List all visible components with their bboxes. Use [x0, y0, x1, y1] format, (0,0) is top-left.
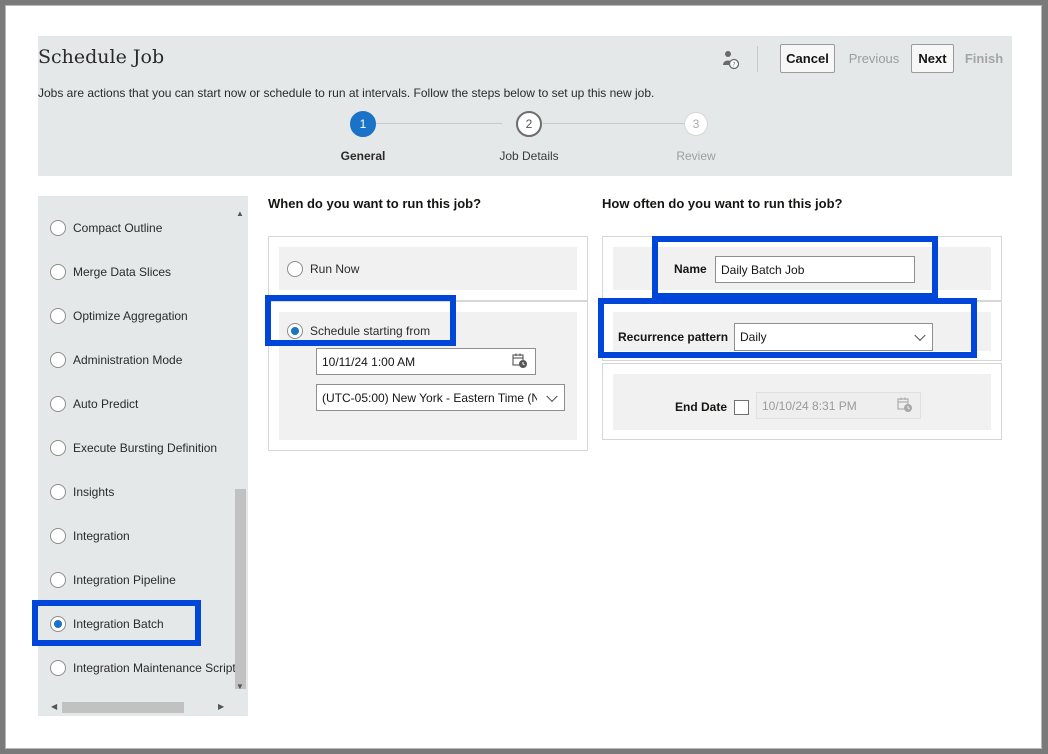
step-1-label: General	[340, 149, 386, 163]
radio-button[interactable]	[50, 660, 66, 676]
cancel-button[interactable]: Cancel	[780, 44, 835, 73]
how-often-heading: How often do you want to run this job?	[602, 196, 843, 211]
radio-button[interactable]	[50, 396, 66, 412]
job-type-administration-mode[interactable]: Administration Mode	[50, 349, 182, 371]
job-type-label: Integration Pipeline	[73, 573, 176, 587]
start-datetime-value: 10/11/24 1:00 AM	[322, 354, 416, 369]
scroll-down-arrow-icon[interactable]: ▼	[236, 682, 244, 691]
start-datetime-input[interactable]: 10/11/24 1:00 AM	[316, 348, 536, 375]
job-type-merge-data-slices[interactable]: Merge Data Slices	[50, 261, 171, 283]
radio-button[interactable]	[50, 440, 66, 456]
run-now-panel: Run Now	[268, 236, 588, 301]
recurrence-panel: Recurrence pattern Daily	[602, 301, 1002, 361]
schedule-starting-from-option[interactable]: Schedule starting from	[287, 320, 430, 342]
next-button[interactable]: Next	[911, 44, 954, 73]
chevron-down-icon[interactable]	[546, 390, 558, 402]
job-type-auto-predict[interactable]: Auto Predict	[50, 393, 138, 415]
job-type-integration[interactable]: Integration	[50, 525, 130, 547]
job-type-integration-pipeline[interactable]: Integration Pipeline	[50, 569, 176, 591]
job-type-execute-bursting-definition[interactable]: Execute Bursting Definition	[50, 437, 217, 459]
dialog-header: Schedule Job Jobs are actions that you c…	[38, 36, 1012, 176]
timezone-value: (UTC-05:00) New York - Eastern Time (New…	[322, 390, 537, 405]
chevron-down-icon[interactable]	[914, 329, 926, 342]
job-type-label: Integration Batch	[73, 617, 164, 631]
horizontal-scrollbar[interactable]: ◀ ▶	[38, 698, 232, 716]
job-type-optimize-aggregation[interactable]: Optimize Aggregation	[50, 305, 188, 327]
recurrence-label: Recurrence pattern	[618, 330, 729, 344]
job-name-input[interactable]: Daily Batch Job	[715, 256, 915, 283]
svg-text:?: ?	[732, 62, 735, 69]
person-help-icon[interactable]: ?	[722, 50, 740, 70]
calendar-clock-icon	[897, 397, 912, 412]
radio-button[interactable]	[50, 352, 66, 368]
previous-button[interactable]: Previous	[841, 44, 907, 73]
step-3-label: Review	[676, 149, 716, 163]
page-title: Schedule Job	[38, 46, 165, 68]
finish-button[interactable]: Finish	[960, 44, 1008, 73]
scrollbar-thumb[interactable]	[62, 702, 184, 713]
schedule-label: Schedule starting from	[310, 324, 431, 338]
job-type-label: Auto Predict	[73, 397, 139, 411]
radio-button[interactable]	[50, 484, 66, 500]
job-type-label: Administration Mode	[73, 353, 183, 367]
end-date-label: End Date	[675, 400, 728, 414]
radio-button[interactable]	[50, 220, 66, 236]
job-type-insights[interactable]: Insights	[50, 481, 114, 503]
job-type-label: Execute Bursting Definition	[73, 441, 218, 455]
scroll-right-arrow-icon[interactable]: ▶	[218, 702, 224, 711]
calendar-clock-icon[interactable]	[512, 353, 528, 369]
radio-button[interactable]	[50, 308, 66, 324]
radio-button[interactable]	[50, 528, 66, 544]
radio-button-selected[interactable]	[50, 616, 66, 632]
run-now-option[interactable]: Run Now	[287, 258, 359, 280]
step-connector	[543, 123, 685, 124]
step-2-label: Job Details	[499, 149, 559, 163]
step-3-indicator: 3	[684, 112, 708, 136]
timezone-select[interactable]: (UTC-05:00) New York - Eastern Time (New…	[316, 384, 565, 411]
job-type-label: Insights	[73, 485, 115, 499]
end-date-value: 10/10/24 8:31 PM	[762, 398, 857, 413]
radio-button[interactable]	[50, 572, 66, 588]
job-type-integration-maintenance-script[interactable]: Integration Maintenance Script	[50, 657, 236, 679]
scroll-up-arrow-icon[interactable]: ▲	[236, 209, 244, 218]
scrollbar-thumb[interactable]	[235, 489, 246, 689]
job-type-label: Integration	[73, 529, 130, 543]
schedule-job-dialog: Schedule Job Jobs are actions that you c…	[5, 5, 1042, 749]
step-connector	[376, 123, 502, 124]
wizard-train: 1 General 2 Job Details 3 Review	[328, 111, 728, 171]
job-type-label: Integration Maintenance Script	[73, 661, 236, 675]
vertical-scrollbar[interactable]: ▲ ▼	[232, 204, 248, 700]
step-1-indicator[interactable]: 1	[350, 111, 376, 137]
scroll-left-arrow-icon[interactable]: ◀	[51, 702, 57, 711]
job-type-integration-batch[interactable]: Integration Batch	[50, 613, 164, 635]
job-type-list: Compact Outline Merge Data Slices Optimi…	[38, 196, 248, 716]
recurrence-select[interactable]: Daily	[734, 323, 933, 351]
page-subtitle: Jobs are actions that you can start now …	[38, 86, 655, 100]
job-type-label: Merge Data Slices	[73, 265, 172, 279]
end-date-input: 10/10/24 8:31 PM	[756, 392, 921, 419]
job-type-label: Optimize Aggregation	[73, 309, 188, 323]
when-heading: When do you want to run this job?	[268, 196, 482, 211]
recurrence-value: Daily	[740, 330, 767, 344]
name-label: Name	[674, 262, 707, 276]
radio-button[interactable]	[50, 264, 66, 280]
radio-button[interactable]	[287, 261, 303, 277]
toolbar-separator	[757, 46, 758, 72]
run-now-label: Run Now	[310, 262, 360, 276]
job-name-value: Daily Batch Job	[721, 262, 805, 277]
name-panel: Name Daily Batch Job	[602, 236, 1002, 301]
step-2-indicator[interactable]: 2	[516, 111, 542, 137]
job-type-compact-outline[interactable]: Compact Outline	[50, 217, 162, 239]
radio-button-selected[interactable]	[287, 323, 303, 339]
job-type-label: Compact Outline	[73, 221, 163, 235]
end-date-checkbox[interactable]	[734, 400, 749, 415]
schedule-panel: Schedule starting from 10/11/24 1:00 AM …	[268, 301, 588, 451]
end-date-panel: End Date 10/10/24 8:31 PM	[602, 363, 1002, 440]
